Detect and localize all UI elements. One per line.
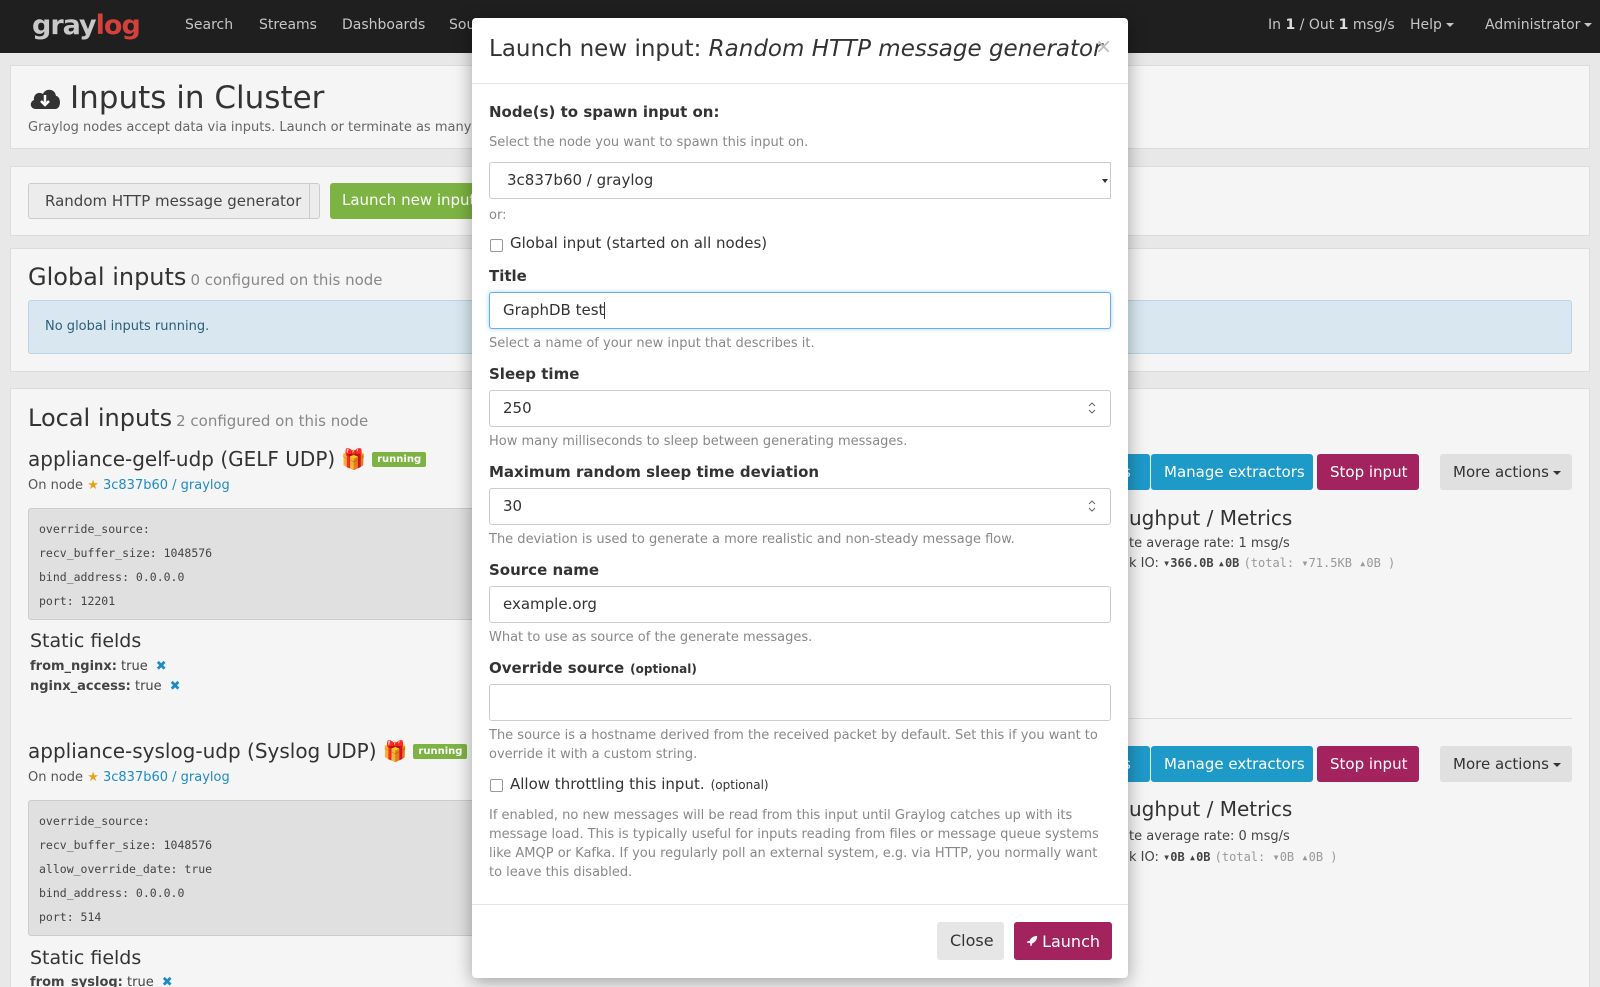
modal-footer-divider: [472, 904, 1128, 905]
close-icon[interactable]: ×: [1095, 34, 1112, 58]
sleep-time-input[interactable]: 250: [489, 390, 1111, 427]
modal-title: Launch new input: Random HTTP message ge…: [489, 36, 1103, 62]
node-select[interactable]: 3c837b60 / graylog: [489, 162, 1101, 199]
modal-header: Launch new input: Random HTTP message ge…: [472, 18, 1128, 84]
title-help: Select a name of your new input that des…: [489, 336, 815, 351]
sleep-time-label: Sleep time: [489, 365, 580, 383]
deviation-help: The deviation is used to generate a more…: [489, 532, 1015, 547]
global-input-label[interactable]: Global input (started on all nodes): [510, 234, 767, 252]
spinner-arrows-icon[interactable]: [1088, 499, 1096, 513]
launch-input-modal: Launch new input: Random HTTP message ge…: [472, 18, 1128, 978]
spinner-arrows-icon[interactable]: [1088, 401, 1096, 415]
source-name-input[interactable]: example.org: [489, 586, 1111, 623]
throttling-checkbox[interactable]: [490, 779, 503, 792]
close-button[interactable]: Close: [937, 922, 1004, 960]
launch-button[interactable]: Launch: [1014, 922, 1112, 960]
sleep-time-help: How many milliseconds to sleep between g…: [489, 434, 908, 449]
global-input-checkbox[interactable]: [490, 239, 503, 252]
throttling-help: If enabled, no new messages will be read…: [489, 808, 1099, 880]
override-source-label: Override source (optional): [489, 659, 697, 677]
source-name-label: Source name: [489, 561, 600, 579]
title-label: Title: [489, 267, 527, 285]
deviation-input[interactable]: 30: [489, 488, 1111, 525]
chevron-down-icon[interactable]: [1100, 162, 1111, 199]
node-label: Node(s) to spawn input on:: [489, 103, 720, 121]
rocket-icon: [1026, 935, 1038, 947]
override-source-help: The source is a hostname derived from th…: [489, 728, 1098, 762]
or-text: or:: [489, 208, 507, 223]
title-input[interactable]: GraphDB test: [489, 292, 1111, 329]
throttling-label[interactable]: Allow throttling this input. (optional): [510, 775, 769, 793]
text-cursor: [604, 302, 606, 319]
node-help: Select the node you want to spawn this i…: [489, 135, 809, 150]
deviation-label: Maximum random sleep time deviation: [489, 463, 820, 481]
source-name-help: What to use as source of the generate me…: [489, 630, 813, 645]
override-source-input[interactable]: [489, 684, 1111, 721]
